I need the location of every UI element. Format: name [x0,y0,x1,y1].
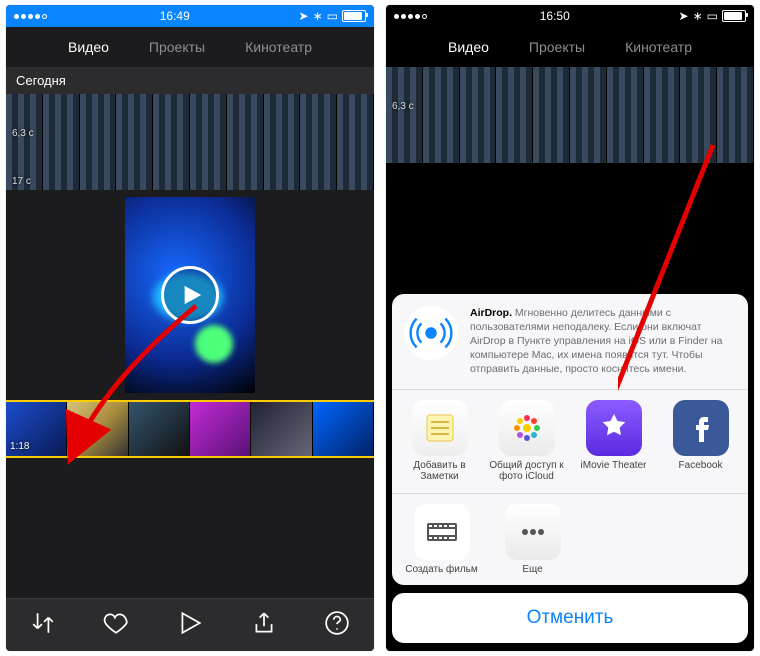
top-tabs: Видео Проекты Кинотеатр [6,27,374,67]
background-clips: 6,3 с [386,67,754,237]
tab-video[interactable]: Видео [68,39,109,55]
clip-duration: 17 с [12,176,31,187]
screenshot-left: 16:49 ➤ ∗ ▭ Видео Проекты Кинотеатр Сего… [6,5,374,651]
clip-duration: 6,3 с [12,128,34,139]
tab-projects[interactable]: Проекты [529,39,585,55]
film-icon [414,504,470,560]
tab-projects[interactable]: Проекты [149,39,205,55]
share-app-imovie-theater[interactable]: iMovie Theater [570,400,657,483]
status-bar: 16:50 ➤ ∗ ▭ [386,5,754,27]
battery-icon [342,10,366,22]
location-icon: ➤ [679,9,689,23]
action-label: Создать фильм [405,564,478,576]
video-preview [6,190,374,400]
battery-icon [722,10,746,22]
share-sheet: AirDrop. Мгновенно делитесь данными с по… [392,294,748,643]
play-icon[interactable] [161,266,219,324]
empty-space [6,458,374,598]
app-label: Общий доступ к фото iCloud [485,460,568,483]
notes-icon [412,400,468,456]
location-icon: ➤ [299,9,309,23]
tab-video[interactable]: Видео [448,39,489,55]
timeline-strip[interactable]: 1:18 [6,400,374,458]
signal-dots [394,14,427,19]
action-create-movie[interactable]: Создать фильм [396,504,487,576]
timeline-duration: 1:18 [10,441,29,452]
top-tabs: Видео Проекты Кинотеатр [386,27,754,67]
airdrop-section[interactable]: AirDrop. Мгновенно делитесь данными с по… [392,294,748,390]
share-app-facebook[interactable]: Facebook [657,400,744,483]
action-label: Еще [522,564,542,576]
sort-icon[interactable] [30,610,56,641]
share-sheet-panel: AirDrop. Мгновенно делитесь данными с по… [392,294,748,585]
app-label: Facebook [679,460,723,472]
share-app-icloud-photo[interactable]: Общий доступ к фото iCloud [483,400,570,483]
app-label: Добавить в Заметки [398,460,481,483]
clip-row-2[interactable]: 17 с [6,142,374,190]
screenshot-right: 16:50 ➤ ∗ ▭ Видео Проекты Кинотеатр 6,3 … [386,5,754,651]
section-header: Сегодня [6,67,374,94]
share-apps-row-1: Добавить в Заметки [392,390,748,494]
cancel-button[interactable]: Отменить [392,593,748,643]
share-actions-row: Создать фильм Еще [392,494,748,586]
more-icon [505,504,561,560]
signal-dots [14,14,47,19]
bottom-toolbar [6,598,374,651]
airplay-icon: ▭ [707,9,718,23]
help-icon[interactable] [324,610,350,641]
action-more[interactable]: Еще [487,504,578,576]
clip-row-1[interactable]: 6,3 с [6,94,374,142]
app-label: iMovie Theater [581,460,647,472]
tab-theater[interactable]: Кинотеатр [625,39,692,55]
airdrop-icon [404,306,458,360]
play-toolbar-icon[interactable] [177,610,203,641]
imovie-icon [586,400,642,456]
status-bar: 16:49 ➤ ∗ ▭ [6,5,374,27]
share-app-notes[interactable]: Добавить в Заметки [396,400,483,483]
airplay-icon: ▭ [327,9,338,23]
bluetooth-icon: ∗ [313,9,323,23]
airdrop-description: AirDrop. Мгновенно делитесь данными с по… [470,306,736,377]
icloud-photo-icon [499,400,555,456]
tab-theater[interactable]: Кинотеатр [245,39,312,55]
favorite-icon[interactable] [103,610,129,641]
facebook-icon [673,400,729,456]
bluetooth-icon: ∗ [693,9,703,23]
status-time: 16:50 [431,9,679,23]
share-icon[interactable] [251,610,277,641]
status-time: 16:49 [51,9,299,23]
